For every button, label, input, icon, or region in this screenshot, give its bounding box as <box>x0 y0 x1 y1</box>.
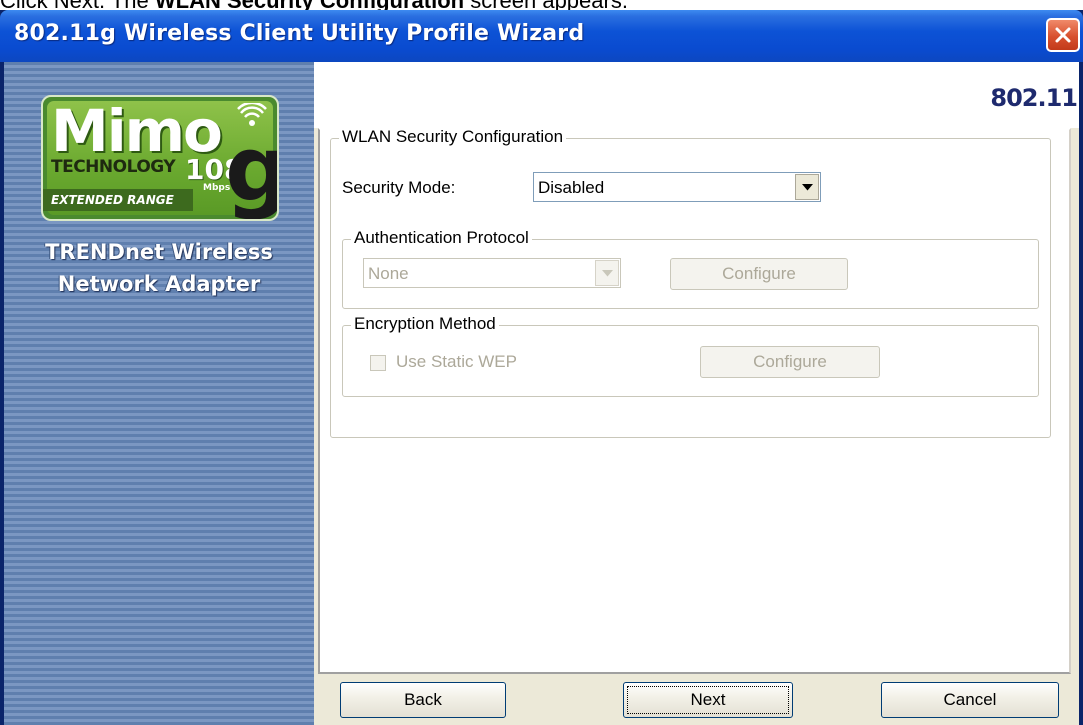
wlan-security-legend: WLAN Security Configuration <box>339 127 567 147</box>
authentication-protocol-dropdown-button[interactable] <box>595 260 619 286</box>
wizard-panel: 802.11 WLAN Security Configuration Secur… <box>314 62 1079 725</box>
cancel-label: Cancel <box>943 690 997 709</box>
side-banner: Mimo TECHNOLOGY 108 Mbps g EXTENDED RANG… <box>4 62 314 725</box>
authentication-protocol-legend: Authentication Protocol <box>351 228 532 248</box>
next-label: Next <box>690 690 726 709</box>
back-button[interactable]: Back <box>340 682 506 718</box>
dialog-client-area: Mimo TECHNOLOGY 108 Mbps g EXTENDED RANG… <box>4 62 1079 725</box>
auth-configure-button[interactable]: Configure <box>670 258 848 290</box>
logo-range-text: EXTENDED RANGE <box>43 189 193 211</box>
auth-configure-label: Configure <box>722 264 796 283</box>
security-mode-dropdown-button[interactable] <box>795 174 819 200</box>
brand-line-2: Network Adapter <box>57 272 261 296</box>
wizard-window: 802.11g Wireless Client Utility Profile … <box>0 10 1083 725</box>
logo-g-text: g <box>225 125 277 215</box>
authentication-protocol-value: None <box>368 264 409 283</box>
encryption-method-group: Encryption Method Use Static WEP Configu… <box>342 314 1039 397</box>
title-bar[interactable]: 802.11g Wireless Client Utility Profile … <box>0 10 1083 62</box>
authentication-protocol-dropdown[interactable]: None <box>363 258 621 288</box>
use-static-wep-checkbox[interactable] <box>370 355 386 371</box>
brand-802-11: 802.11 <box>990 84 1078 112</box>
header-strip: 802.11 <box>314 62 1079 128</box>
security-mode-value: Disabled <box>538 178 605 197</box>
encryption-configure-label: Configure <box>753 352 827 371</box>
encryption-method-legend: Encryption Method <box>351 314 499 334</box>
close-icon <box>1055 27 1071 43</box>
chevron-down-icon <box>602 270 613 277</box>
content-frame: WLAN Security Configuration Security Mod… <box>318 127 1071 674</box>
close-button[interactable] <box>1046 18 1080 52</box>
next-button[interactable]: Next <box>623 682 793 718</box>
authentication-protocol-group: Authentication Protocol None Configure <box>342 228 1039 309</box>
encryption-configure-button[interactable]: Configure <box>700 346 880 378</box>
caption-suffix: screen appears. <box>464 0 628 10</box>
wlan-security-group: WLAN Security Configuration Security Mod… <box>330 127 1051 438</box>
window-title: 802.11g Wireless Client Utility Profile … <box>14 21 585 46</box>
brand-line-1: TRENDnet Wireless <box>45 240 273 264</box>
back-label: Back <box>404 690 442 709</box>
caption-prefix: Click Next. The <box>0 0 155 10</box>
chevron-down-icon <box>802 184 813 191</box>
cancel-button[interactable]: Cancel <box>881 682 1059 718</box>
security-mode-label: Security Mode: <box>342 178 456 197</box>
security-mode-dropdown[interactable]: Disabled <box>533 172 821 202</box>
mimo-logo: Mimo TECHNOLOGY 108 Mbps g EXTENDED RANG… <box>41 95 279 221</box>
logo-technology-text: TECHNOLOGY <box>51 157 176 177</box>
top-caption: Click Next. The WLAN Security Configurat… <box>0 0 1083 10</box>
caption-bold: WLAN Security Configuration <box>155 0 464 10</box>
use-static-wep-label: Use Static WEP <box>396 352 517 371</box>
